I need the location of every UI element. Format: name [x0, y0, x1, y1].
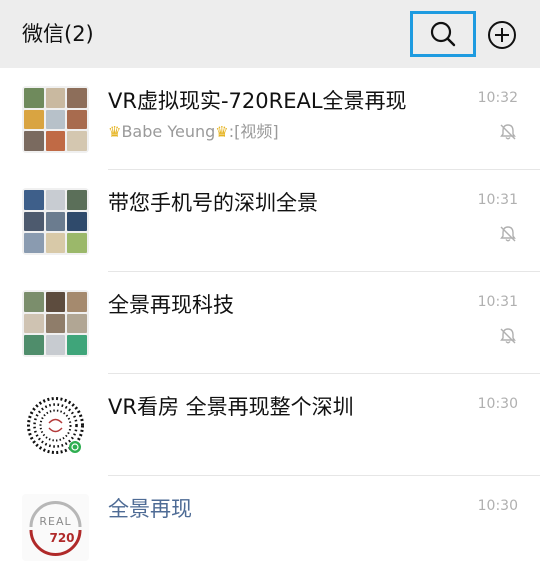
app-title: 微信(2) [22, 22, 94, 46]
chat-name: 带您手机号的深圳全景 [108, 191, 318, 215]
search-button[interactable] [410, 11, 476, 57]
chat-time: 10:31 [477, 192, 518, 208]
group-avatar [22, 86, 89, 153]
crown-icon: ♛ [215, 123, 229, 141]
mute-bell-icon [500, 124, 516, 140]
real720-logo: REAL 720 [22, 494, 89, 561]
plus-circle-icon [488, 21, 516, 49]
chat-time: 10:32 [477, 90, 518, 106]
group-avatar [22, 290, 89, 357]
group-avatar [22, 188, 89, 255]
preview-sender: Babe Yeung [121, 122, 216, 141]
official-account-avatar: REAL 720 [22, 494, 89, 561]
mute-bell-icon [500, 328, 516, 344]
mini-program-code-icon [22, 392, 89, 459]
chat-preview: ♛Babe Yeung♛:[视频] [108, 120, 279, 144]
chat-name: 全景再现 [108, 497, 192, 521]
chat-name: VR看房 全景再现整个深圳 [108, 395, 354, 419]
top-bar: 微信(2) [0, 0, 540, 68]
qr-code-avatar [22, 392, 89, 459]
chat-row[interactable]: REAL 720 全景再现 10:30 [0, 476, 540, 578]
chat-name: VR虚拟现实-720REAL全景再现 [108, 89, 407, 113]
logo-text-top: REAL [39, 515, 71, 528]
chat-time: 10:30 [477, 396, 518, 412]
chat-time: 10:30 [477, 498, 518, 514]
add-button[interactable] [486, 19, 518, 51]
mute-bell-icon [500, 226, 516, 242]
preview-text: [视频] [234, 122, 279, 141]
chat-row[interactable]: 全景再现科技 10:31 [0, 272, 540, 374]
chat-row[interactable]: 带您手机号的深圳全景 10:31 [0, 170, 540, 272]
chat-row[interactable]: VR看房 全景再现整个深圳 10:30 [0, 374, 540, 476]
chat-row[interactable]: VR虚拟现实-720REAL全景再现 ♛Babe Yeung♛:[视频] 10:… [0, 68, 540, 170]
chat-time: 10:31 [477, 294, 518, 310]
crown-icon: ♛ [108, 123, 122, 141]
logo-text-bottom: 720 [49, 531, 74, 545]
search-icon [430, 21, 456, 47]
chat-name: 全景再现科技 [108, 293, 234, 317]
